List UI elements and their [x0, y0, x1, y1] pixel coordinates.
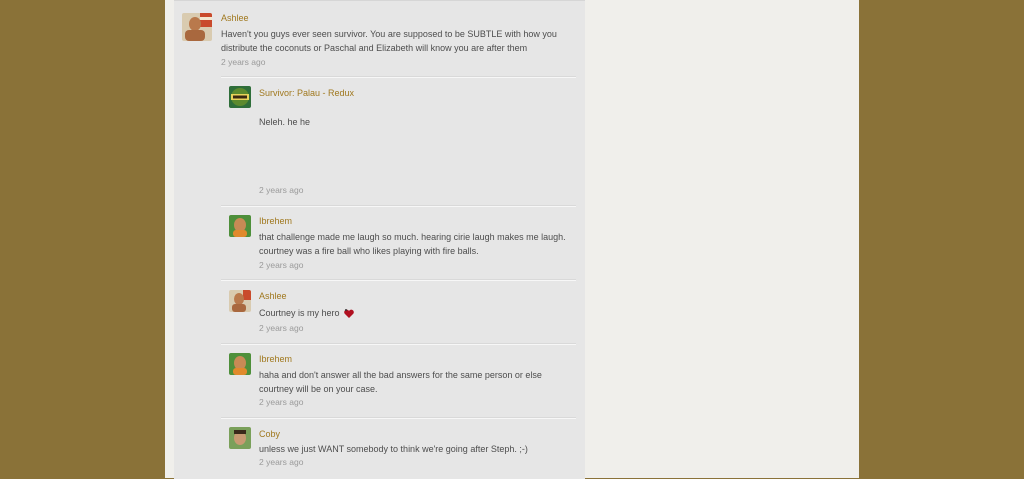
comment-timestamp: 2 years ago [259, 260, 304, 270]
comment-author-link[interactable]: Ibrehem [259, 216, 292, 226]
comment-text-line: that challenge made me laugh so much. he… [259, 232, 566, 242]
comment-text-line: courtney will be on your case. [259, 384, 378, 394]
comment-divider [221, 343, 576, 345]
comment-divider [221, 205, 576, 207]
comment-author-link[interactable]: Coby [259, 429, 280, 439]
comment-text-line: Courtney is my hero [259, 308, 340, 318]
ibrehem-avatar[interactable] [229, 353, 251, 375]
comment-divider [221, 417, 576, 419]
ibrehem-avatar[interactable] [229, 215, 251, 237]
comment-text: unless we just WANT somebody to think we… [259, 442, 579, 456]
comment-divider [221, 76, 576, 78]
comment-text-line: courtney was a fire ball who likes playi… [259, 246, 479, 256]
survivor-logo-avatar[interactable] [229, 86, 251, 108]
ashlee-avatar[interactable] [182, 13, 212, 41]
comment-author-link[interactable]: Survivor: Palau - Redux [259, 88, 354, 98]
comment-text: haha and don't answer all the bad answer… [259, 368, 579, 396]
comment-text-line: unless we just WANT somebody to think we… [259, 444, 528, 454]
comment-author-link[interactable]: Ibrehem [259, 354, 292, 364]
comment-text-line: haha and don't answer all the bad answer… [259, 370, 542, 380]
comment-text: Courtney is my hero [259, 306, 579, 320]
ashlee-avatar[interactable] [229, 290, 251, 312]
comment-timestamp: 2 years ago [259, 185, 304, 195]
comment-text: Neleh. he he [259, 115, 579, 129]
coby-avatar[interactable] [229, 427, 251, 449]
comment-text-line: Haven't you guys ever seen survivor. You… [221, 29, 557, 39]
comment-author-link[interactable]: Ashlee [259, 291, 287, 301]
comment-timestamp: 2 years ago [259, 397, 304, 407]
comment-text-line: distribute the coconuts or Paschal and E… [221, 43, 528, 53]
heart-emoticon-icon [343, 308, 355, 320]
comment-author-link[interactable]: Ashlee [221, 13, 249, 23]
comment-timestamp: 2 years ago [259, 457, 304, 467]
comment-timestamp: 2 years ago [259, 323, 304, 333]
comment-text-line: Neleh. he he [259, 117, 311, 127]
comments-panel: Ashlee Haven't you guys ever seen surviv… [174, 0, 585, 479]
comment-timestamp: 2 years ago [221, 57, 266, 67]
page-container: Ashlee Haven't you guys ever seen surviv… [165, 0, 859, 479]
comment-text: that challenge made me laugh so much. he… [259, 230, 579, 258]
comment-divider [221, 279, 576, 281]
comment-text: Haven't you guys ever seen survivor. You… [221, 27, 581, 55]
